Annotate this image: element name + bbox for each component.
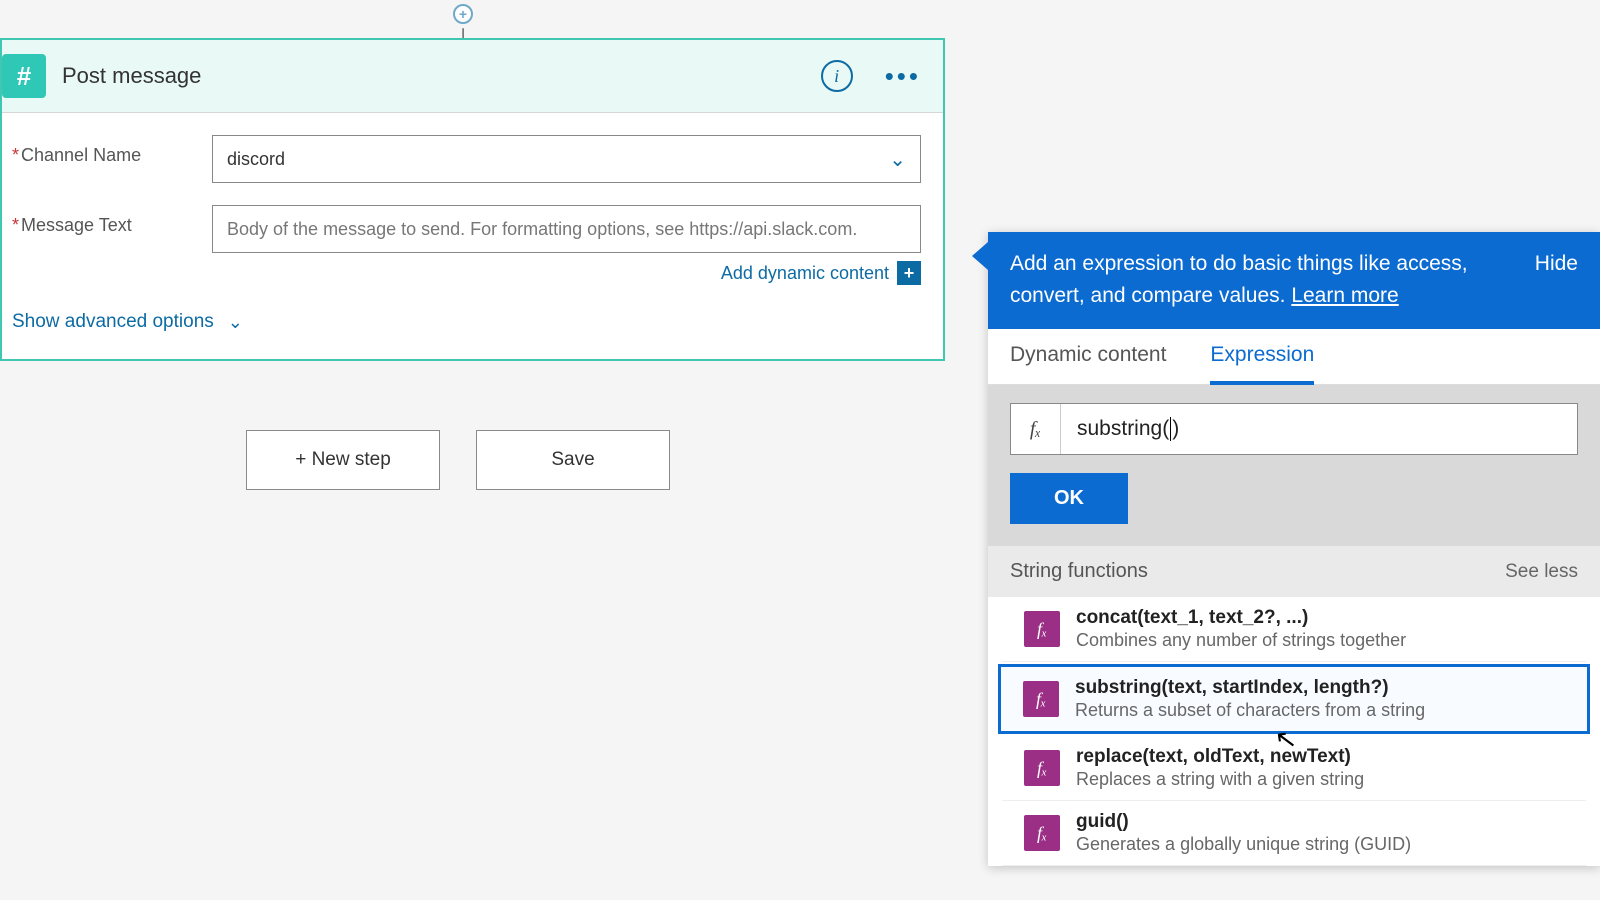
- show-advanced-options[interactable]: Show advanced options ⌄: [12, 303, 921, 349]
- message-text-placeholder: Body of the message to send. For formatt…: [227, 219, 857, 240]
- function-group-header: String functions See less: [988, 546, 1600, 597]
- channel-name-label: *Channel Name: [12, 135, 212, 166]
- add-dynamic-content-link[interactable]: Add dynamic content: [721, 263, 889, 284]
- fx-icon: fₓ: [1011, 404, 1061, 454]
- more-menu-icon[interactable]: •••: [885, 61, 921, 92]
- field-channel-name: *Channel Name discord ⌄: [12, 135, 921, 183]
- expression-input-wrap: fₓ substring(): [988, 385, 1600, 455]
- slack-app-icon: #: [2, 54, 46, 98]
- message-text-input[interactable]: Body of the message to send. For formatt…: [212, 205, 921, 253]
- tab-expression[interactable]: Expression: [1210, 329, 1314, 385]
- channel-name-select[interactable]: discord ⌄: [212, 135, 921, 183]
- function-item-replace[interactable]: fₓ replace(text, oldText, newText) Repla…: [1002, 736, 1586, 801]
- fx-icon: fₓ: [1024, 815, 1060, 851]
- save-button[interactable]: Save: [476, 430, 670, 490]
- flyout-banner: Add an expression to do basic things lik…: [988, 232, 1600, 329]
- add-dynamic-content-row: Add dynamic content +: [12, 261, 921, 285]
- card-header: # Post message i •••: [2, 40, 943, 113]
- learn-more-link[interactable]: Learn more: [1291, 284, 1398, 307]
- hide-flyout-button[interactable]: Hide: [1535, 248, 1578, 280]
- new-step-button[interactable]: + New step: [246, 430, 440, 490]
- expression-flyout: Add an expression to do basic things lik…: [988, 232, 1600, 866]
- function-item-guid[interactable]: fₓ guid() Generates a globally unique st…: [1002, 801, 1586, 866]
- ok-button[interactable]: OK: [1010, 473, 1128, 524]
- tab-dynamic-content[interactable]: Dynamic content: [1010, 329, 1166, 384]
- function-description: Returns a subset of characters from a st…: [1075, 700, 1425, 721]
- function-description: Combines any number of strings together: [1076, 630, 1406, 651]
- bottom-actions: + New step Save: [246, 430, 670, 490]
- flyout-tabs: Dynamic content Expression: [988, 329, 1600, 385]
- card-body: *Channel Name discord ⌄ *Message Text Bo…: [2, 113, 943, 359]
- expression-input[interactable]: fₓ substring(): [1010, 403, 1578, 455]
- ok-row: OK: [988, 455, 1600, 546]
- function-description: Generates a globally unique string (GUID…: [1076, 834, 1411, 855]
- action-card-post-message: # Post message i ••• *Channel Name disco…: [0, 38, 945, 361]
- info-icon[interactable]: i: [821, 60, 853, 92]
- chevron-down-icon: ⌄: [228, 312, 243, 333]
- flyout-callout-arrow: [972, 242, 988, 270]
- function-signature: guid(): [1076, 811, 1411, 833]
- message-text-label: *Message Text: [12, 205, 212, 236]
- function-description: Replaces a string with a given string: [1076, 769, 1364, 790]
- banner-text: Add an expression to do basic things lik…: [1010, 252, 1468, 307]
- card-title: Post message: [62, 63, 821, 89]
- fx-icon: fₓ: [1024, 611, 1060, 647]
- fx-icon: fₓ: [1023, 681, 1059, 717]
- function-signature: concat(text_1, text_2?, ...): [1076, 607, 1406, 629]
- function-signature: replace(text, oldText, newText): [1076, 746, 1364, 768]
- channel-name-value: discord: [227, 149, 285, 170]
- function-item-concat[interactable]: fₓ concat(text_1, text_2?, ...) Combines…: [1002, 597, 1586, 662]
- field-message-text: *Message Text Body of the message to sen…: [12, 205, 921, 253]
- add-dynamic-plus-icon[interactable]: +: [897, 261, 921, 285]
- expression-input-value: substring(): [1061, 417, 1577, 441]
- group-title: String functions: [1010, 560, 1148, 583]
- see-less-toggle[interactable]: See less: [1505, 561, 1578, 583]
- function-item-substring[interactable]: fₓ substring(text, startIndex, length?) …: [998, 664, 1590, 734]
- fx-icon: fₓ: [1024, 750, 1060, 786]
- chevron-down-icon: ⌄: [889, 147, 906, 172]
- function-signature: substring(text, startIndex, length?): [1075, 677, 1425, 699]
- function-list: fₓ concat(text_1, text_2?, ...) Combines…: [988, 597, 1600, 866]
